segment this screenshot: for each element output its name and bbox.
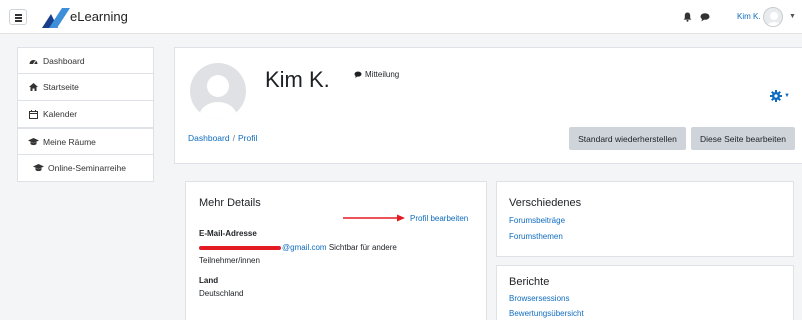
graduation-cap-icon: [27, 137, 39, 146]
email-visibility-note-2: Teilnehmer/innen: [199, 256, 260, 265]
brand-name[interactable]: eLearning: [70, 9, 128, 24]
reports-card: Berichte Browsersessions Bewertungsübers…: [496, 265, 794, 320]
misc-card-title: Verschiedenes: [509, 197, 582, 209]
notification-bell-icon[interactable]: [683, 12, 692, 22]
sidebar-item-label: Kalender: [43, 109, 78, 119]
graduation-cap-icon: [32, 164, 44, 172]
forum-posts-link[interactable]: Forumsbeiträge: [509, 216, 565, 225]
breadcrumb-dashboard[interactable]: Dashboard: [188, 133, 230, 143]
edit-page-button[interactable]: Diese Seite bearbeiten: [691, 127, 795, 150]
gear-icon: [770, 90, 782, 102]
breadcrumb-profil[interactable]: Profil: [238, 133, 257, 143]
country-value: Deutschland: [199, 289, 244, 298]
email-link[interactable]: @gmail.com: [282, 243, 327, 252]
calendar-icon: [27, 109, 39, 119]
sidebar-item-label: Meine Räume: [43, 136, 96, 147]
page-settings-menu[interactable]: ▼: [770, 90, 790, 102]
sidebar-nav: Dashboard Startseite Kalender Meine Räum…: [17, 47, 154, 182]
misc-card: Verschiedenes Forumsbeiträge Forumstheme…: [496, 181, 794, 257]
message-icon: [354, 71, 362, 78]
send-message-button[interactable]: Mitteilung: [354, 70, 399, 79]
dashboard-icon: [27, 57, 39, 65]
sidebar-item-dashboard[interactable]: Dashboard: [17, 47, 154, 74]
email-visibility-note: Sichtbar für andere: [328, 243, 397, 252]
details-card: Mehr Details Profil bearbeiten E-Mail-Ad…: [185, 181, 487, 320]
details-card-title: Mehr Details: [199, 197, 261, 209]
sidebar-item-meine-raeume[interactable]: Meine Räume: [17, 128, 154, 155]
chevron-down-icon[interactable]: ▼: [789, 13, 796, 20]
sidebar-item-label: Online-Seminarreihe: [48, 163, 126, 173]
edit-profile-link[interactable]: Profil bearbeiten: [410, 214, 468, 223]
email-label: E-Mail-Adresse: [199, 229, 257, 238]
sidebar-item-startseite[interactable]: Startseite: [17, 74, 154, 101]
message-label: Mitteilung: [365, 70, 400, 79]
menu-toggle-button[interactable]: [9, 9, 27, 25]
page-header: Kim K. Mitteilung ▼ Dashboard / Profil Sta…: [174, 47, 802, 164]
country-label: Land: [199, 276, 219, 285]
reset-page-button[interactable]: Standard wiederherstellen: [569, 127, 686, 150]
browser-sessions-link[interactable]: Browsersessions: [509, 294, 569, 303]
email-value: @gmail.com Sichtbar für andere: [199, 243, 397, 252]
forum-threads-link[interactable]: Forumsthemen: [509, 232, 563, 241]
home-icon: [27, 83, 39, 91]
annotation-arrow-icon: [343, 214, 405, 222]
user-menu-name[interactable]: Kim K.: [737, 12, 761, 21]
sidebar-item-kalender[interactable]: Kalender: [17, 101, 154, 128]
chevron-down-icon: ▼: [784, 93, 790, 99]
sidebar-item-online-seminarreihe[interactable]: Online-Seminarreihe: [17, 155, 154, 182]
message-drawer-icon[interactable]: [700, 12, 710, 22]
reports-card-title: Berichte: [509, 276, 550, 288]
user-avatar[interactable]: [763, 7, 783, 27]
breadcrumb-separator: /: [232, 133, 235, 143]
redaction-mark: [199, 245, 281, 250]
page-title: Kim K.: [265, 67, 330, 92]
brand-logo[interactable]: [42, 6, 70, 28]
sidebar-item-label: Startseite: [43, 82, 79, 92]
breadcrumb: Dashboard / Profil: [188, 133, 257, 143]
sidebar-item-label: Dashboard: [43, 55, 85, 66]
profile-avatar: [190, 63, 246, 119]
top-navbar: eLearning Kim K. ▼: [0, 0, 802, 34]
grades-overview-link[interactable]: Bewertungsübersicht: [509, 309, 584, 318]
